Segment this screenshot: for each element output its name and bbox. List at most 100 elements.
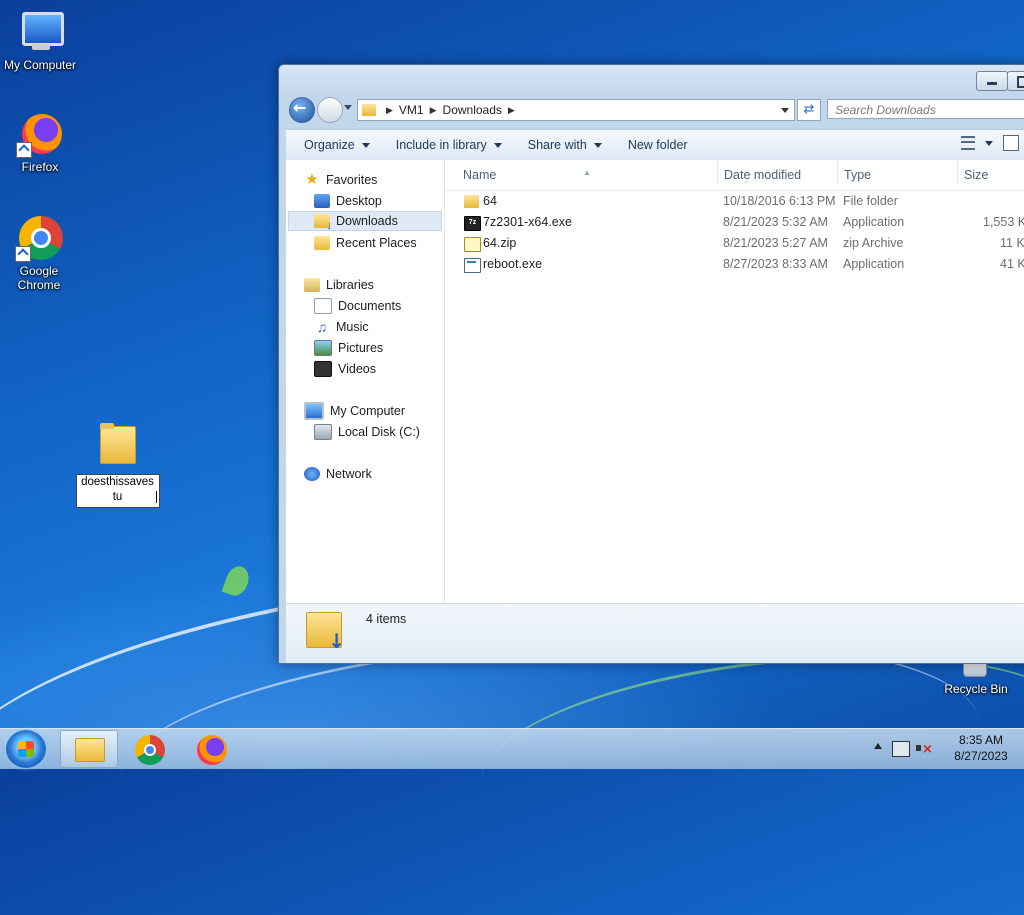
nav-desktop[interactable]: Desktop xyxy=(314,191,382,211)
documents-icon xyxy=(314,298,332,314)
clock[interactable]: 8:35 AM 8/27/2023 xyxy=(938,732,1024,764)
desktop-icon-label: My Computer xyxy=(3,58,77,72)
include-in-library-button[interactable]: Include in library xyxy=(390,138,508,152)
desktop-icon-recycle-bin[interactable]: Recycle Bin xyxy=(936,682,1016,696)
desktop-icon-label: Recycle Bin xyxy=(944,682,1008,696)
nav-my-computer[interactable]: My Computer xyxy=(304,401,405,421)
shortcut-arrow-icon xyxy=(15,246,31,262)
recycle-bin-icon[interactable] xyxy=(963,662,987,677)
minimize-button[interactable] xyxy=(976,71,1008,91)
nav-documents[interactable]: Documents xyxy=(314,296,401,316)
forward-button[interactable] xyxy=(317,97,343,123)
view-options-dropdown-icon[interactable] xyxy=(985,140,993,146)
downloads-folder-icon xyxy=(314,214,332,232)
wallpaper-leaf xyxy=(221,563,253,599)
address-bar[interactable]: ▶ VM1 ▶ Downloads ▶ xyxy=(357,99,795,121)
clock-time: 8:35 AM xyxy=(958,733,1004,747)
nav-downloads[interactable]: Downloads xyxy=(288,211,442,232)
organize-button[interactable]: Organize xyxy=(298,138,376,152)
7zip-installer-icon: 7z xyxy=(464,216,481,231)
folder-icon xyxy=(362,104,376,116)
desktop-icon-google-chrome[interactable]: Google Chrome xyxy=(0,214,78,292)
recent-places-icon xyxy=(314,236,330,250)
nav-pictures[interactable]: Pictures xyxy=(314,338,383,358)
clock-date: 8/27/2023 xyxy=(954,749,1008,763)
file-row[interactable]: 64 10/18/2016 6:13 PM File folder xyxy=(445,191,1024,212)
explorer-window[interactable]: ▶ VM1 ▶ Downloads ▶ ⇄ Search Downloads O… xyxy=(278,64,1024,664)
breadcrumb-vm1[interactable]: VM1 xyxy=(399,103,424,117)
nav-network[interactable]: Network xyxy=(304,464,372,484)
window-titlebar[interactable] xyxy=(279,65,1024,95)
start-button[interactable] xyxy=(6,730,46,768)
star-icon: ★ xyxy=(305,171,319,188)
column-header-row: ▲ Name Date modified Type Size xyxy=(445,160,1024,191)
nav-videos[interactable]: Videos xyxy=(314,359,376,379)
nav-favorites[interactable]: ★ Favorites xyxy=(304,170,377,190)
desktop-icon-firefox[interactable]: Firefox xyxy=(0,110,80,174)
breadcrumb-downloads[interactable]: Downloads xyxy=(443,103,502,117)
change-view-icon[interactable] xyxy=(961,136,975,150)
shortcut-arrow-icon xyxy=(16,142,32,158)
chrome-icon xyxy=(15,214,63,262)
share-with-button[interactable]: Share with xyxy=(522,138,608,152)
folder-icon xyxy=(464,195,479,208)
volume-muted-icon[interactable] xyxy=(916,741,933,757)
music-note-icon: ♫ xyxy=(316,319,328,335)
address-dropdown-icon[interactable] xyxy=(781,107,789,113)
taskbar-windows-explorer[interactable] xyxy=(60,730,118,768)
dropdown-caret-icon xyxy=(593,142,602,148)
file-row[interactable]: reboot.exe 8/27/2023 8:33 AM Application… xyxy=(445,254,1024,275)
column-header-date-modified[interactable]: Date modified xyxy=(724,168,801,182)
sort-ascending-icon: ▲ xyxy=(583,168,591,177)
file-row[interactable]: 64.zip 8/21/2023 5:27 AM zip Archive 11 … xyxy=(445,233,1024,254)
file-list[interactable]: ▲ Name Date modified Type Size 64 10/18/… xyxy=(445,160,1024,603)
desktop-icon-label: Google Chrome xyxy=(17,264,61,292)
chevron-right-icon[interactable]: ▶ xyxy=(430,105,437,116)
libraries-icon xyxy=(304,278,320,292)
network-status-icon[interactable] xyxy=(892,741,910,757)
zip-archive-icon xyxy=(464,237,481,252)
refresh-button[interactable]: ⇄ xyxy=(797,99,821,121)
pictures-icon xyxy=(314,340,332,356)
desktop-icon-my-computer[interactable]: My Computer xyxy=(0,8,80,72)
chevron-right-icon[interactable]: ▶ xyxy=(386,105,393,116)
file-row[interactable]: 7z 7z2301-x64.exe 8/21/2023 5:32 AM Appl… xyxy=(445,212,1024,233)
application-icon xyxy=(464,258,481,273)
taskbar-google-chrome[interactable] xyxy=(122,730,178,766)
nav-libraries[interactable]: Libraries xyxy=(304,275,374,295)
chrome-icon xyxy=(135,735,165,765)
column-header-name[interactable]: Name xyxy=(463,168,496,182)
show-hidden-icons-icon[interactable] xyxy=(874,743,882,749)
navigation-pane[interactable]: ★Favorites Desktop Downloads Recent Plac… xyxy=(286,160,445,603)
dropdown-caret-icon xyxy=(361,142,370,148)
explorer-body: ★Favorites Desktop Downloads Recent Plac… xyxy=(286,160,1024,603)
item-count: 4 items xyxy=(366,612,407,626)
taskbar-firefox[interactable] xyxy=(184,730,240,766)
folder-icon xyxy=(75,738,105,762)
recent-pages-dropdown-icon[interactable] xyxy=(344,105,352,110)
nav-recent-places[interactable]: Recent Places xyxy=(314,233,417,253)
computer-icon xyxy=(16,8,64,56)
hard-drive-icon xyxy=(314,424,332,440)
chevron-right-icon[interactable]: ▶ xyxy=(508,105,515,116)
details-pane: 4 items xyxy=(286,603,1024,663)
firefox-icon xyxy=(197,735,227,765)
column-header-type[interactable]: Type xyxy=(844,168,871,182)
new-folder-button[interactable]: New folder xyxy=(622,138,694,152)
folder-icon xyxy=(92,420,140,468)
desktop-icon-label: Firefox xyxy=(21,160,59,174)
dropdown-caret-icon xyxy=(493,142,502,148)
preview-pane-icon[interactable] xyxy=(1003,135,1019,151)
desktop-icon-new-folder[interactable] xyxy=(76,420,156,470)
film-strip-icon xyxy=(314,361,332,377)
computer-icon xyxy=(304,402,324,420)
back-button[interactable] xyxy=(289,97,315,123)
downloads-folder-icon xyxy=(306,612,345,653)
search-input[interactable]: Search Downloads xyxy=(827,99,1024,119)
nav-music[interactable]: ♫ Music xyxy=(314,317,369,337)
nav-local-disk[interactable]: Local Disk (C:) xyxy=(314,422,420,442)
firefox-icon xyxy=(16,110,64,158)
rename-input[interactable]: doesthissavestu xyxy=(76,474,160,508)
column-header-size[interactable]: Size xyxy=(964,168,988,182)
maximize-button[interactable] xyxy=(1007,71,1024,91)
